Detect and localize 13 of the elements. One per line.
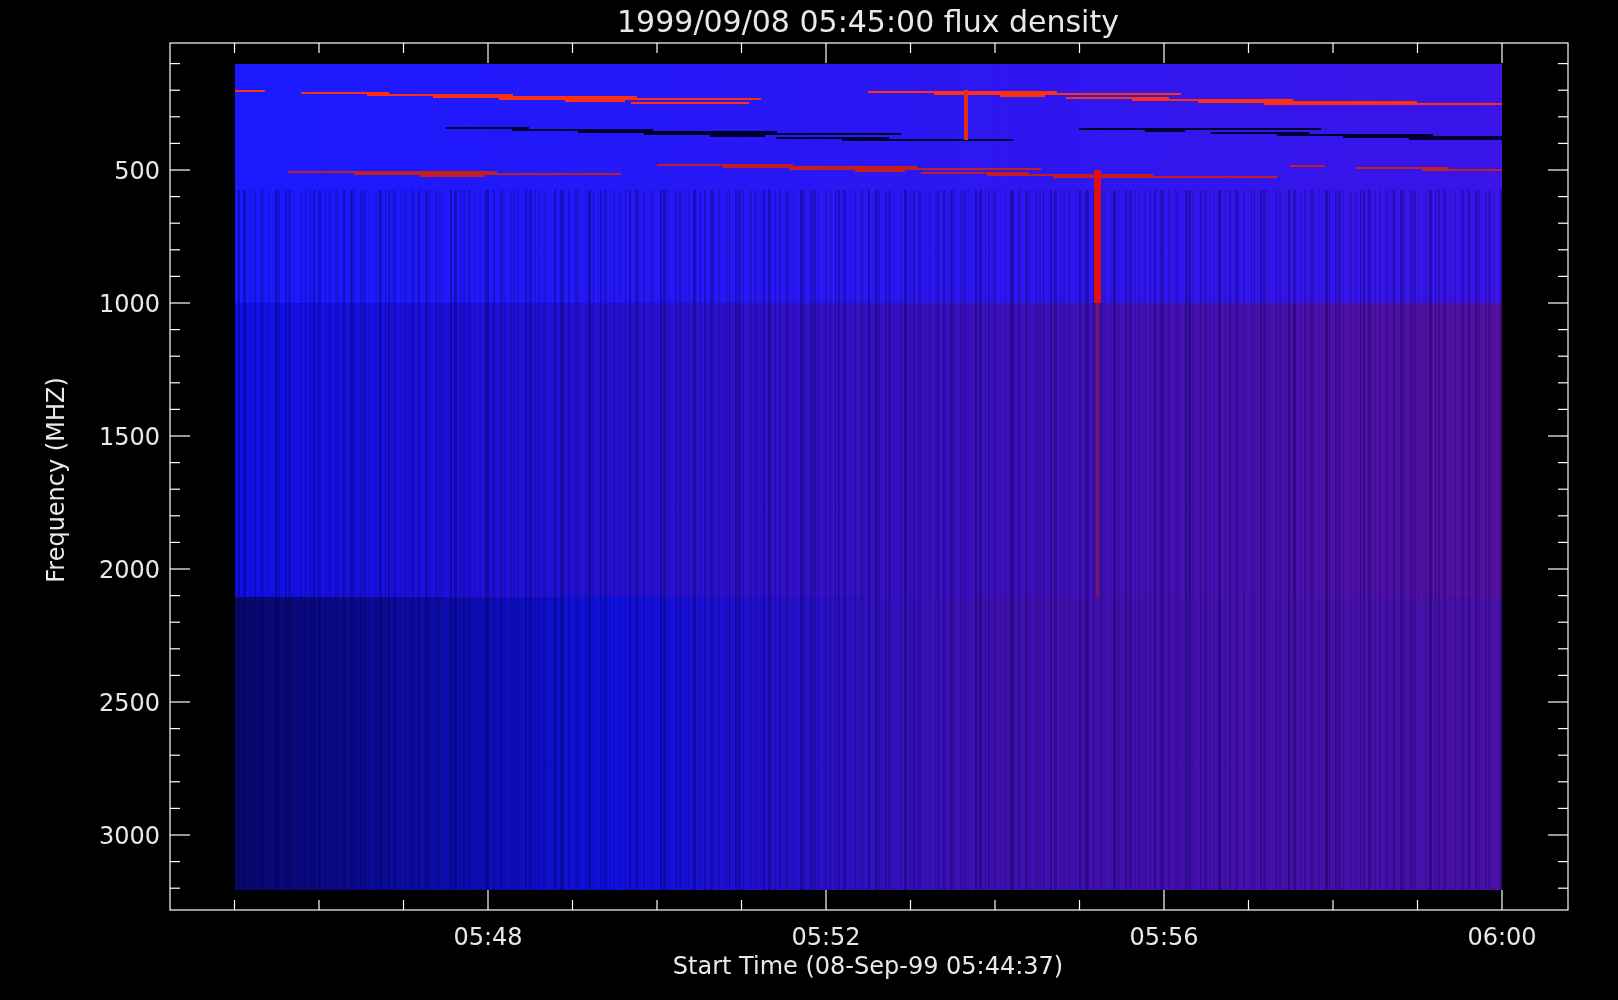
tick-label: 2500 — [98, 689, 160, 717]
tick-label: 05:52 — [791, 923, 861, 951]
chart-title: 1999/09/08 05:45:00 flux density — [617, 4, 1119, 39]
tick-label: 05:48 — [453, 923, 523, 951]
axis-label: Start Time (08-Sep-99 05:44:37) — [672, 952, 1064, 980]
tick-label: 1500 — [98, 423, 160, 451]
tick-label: 3000 — [98, 822, 160, 850]
tick-label: 1000 — [98, 290, 160, 318]
axis-label: Frequency (MHZ) — [42, 377, 70, 583]
tick-label: 05:56 — [1129, 923, 1199, 951]
tick-label: 2000 — [98, 556, 160, 584]
tick-label: 500 — [114, 157, 160, 185]
tick-label: 06:00 — [1467, 923, 1537, 951]
